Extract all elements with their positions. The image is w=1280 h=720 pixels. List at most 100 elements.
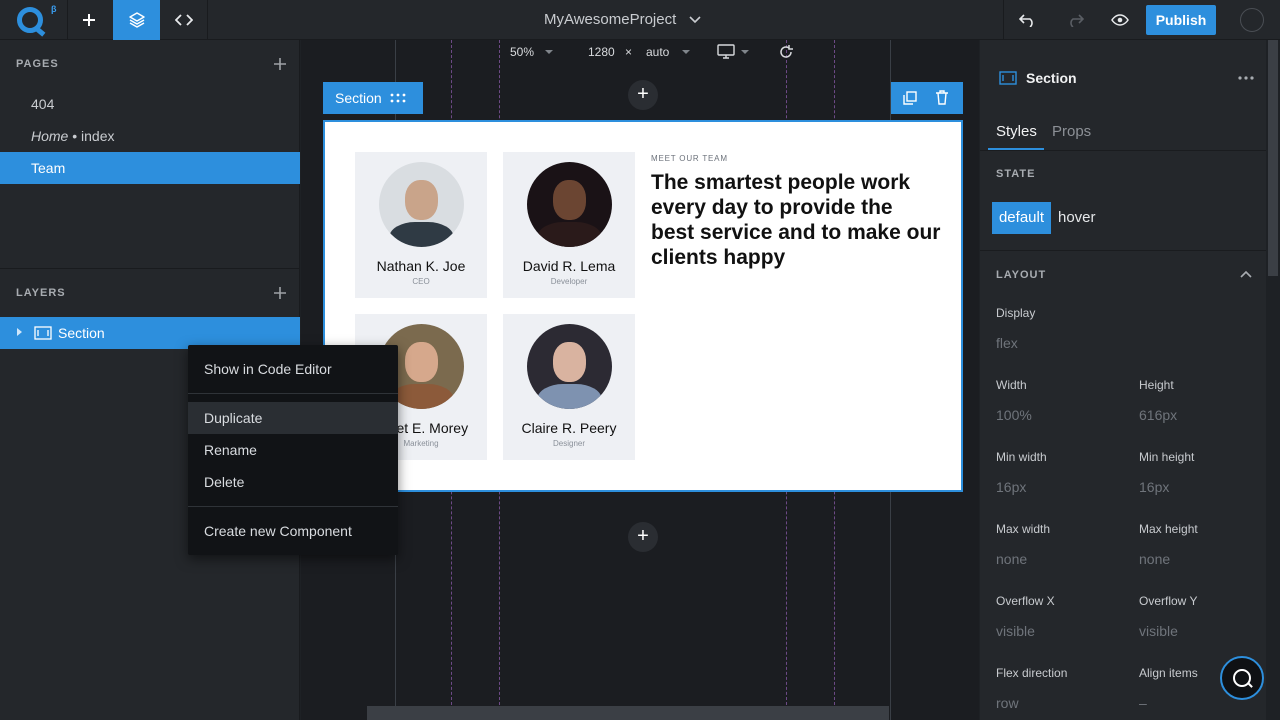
page-item-team[interactable]: Team <box>0 152 300 184</box>
duplicate-icon[interactable] <box>903 91 917 105</box>
inspector-title: Section <box>1026 70 1077 86</box>
height-field[interactable]: 616px <box>1139 407 1177 423</box>
flex-direction-field[interactable]: row <box>996 695 1019 711</box>
more-icon[interactable] <box>1238 76 1254 80</box>
min-height-label: Min height <box>1139 450 1195 464</box>
section-tag-label: Section <box>335 90 382 106</box>
panel-divider <box>980 150 1266 151</box>
preview-button[interactable] <box>1096 0 1143 40</box>
toolbar-divider <box>207 0 208 40</box>
zoom-caret-icon[interactable] <box>545 50 553 54</box>
team-card[interactable]: David R. Lema Developer <box>503 152 635 298</box>
width-field[interactable]: 100% <box>996 407 1032 423</box>
display-label: Display <box>996 306 1036 320</box>
height-label: Height <box>1139 378 1174 392</box>
layers-button[interactable] <box>113 0 160 40</box>
code-button[interactable] <box>160 0 207 40</box>
add-section-above-button[interactable]: + <box>628 80 658 110</box>
device-caret-icon[interactable] <box>741 50 749 54</box>
section-toolbar <box>891 82 963 114</box>
logo-mark <box>17 7 43 33</box>
canvas-scrollbar[interactable] <box>367 706 889 720</box>
code-icon <box>174 14 193 26</box>
beta-badge: β <box>51 4 57 14</box>
team-member-name: Claire R. Peery <box>521 420 617 436</box>
zoom-value[interactable]: 50% <box>510 45 534 59</box>
page-item-home[interactable]: Home • index <box>0 120 300 152</box>
desktop-icon[interactable] <box>717 44 735 59</box>
redo-icon <box>1069 14 1084 27</box>
add-layer-icon[interactable] <box>270 283 290 303</box>
eyebrow-text: MEET OUR TEAM <box>651 154 728 163</box>
menu-divider <box>188 506 398 507</box>
menu-item-show-in-code-editor[interactable]: Show in Code Editor <box>188 353 398 385</box>
avatar[interactable] <box>1240 8 1264 32</box>
redo-button[interactable] <box>1051 0 1098 40</box>
canvas[interactable]: 50% 1280 × auto Section + Nathan K. Joe … <box>301 40 979 720</box>
width-label: Width <box>996 378 1027 392</box>
add-section-below-button[interactable]: + <box>628 522 658 552</box>
min-width-label: Min width <box>996 450 1047 464</box>
avatar <box>527 162 612 247</box>
headline: The smartest people work every day to pr… <box>651 171 941 269</box>
chevron-down-icon[interactable] <box>688 13 702 27</box>
display-field[interactable]: flex <box>996 335 1018 351</box>
max-width-field[interactable]: none <box>996 551 1027 567</box>
max-height-field[interactable]: none <box>1139 551 1170 567</box>
eye-icon <box>1110 14 1129 26</box>
viewport-height[interactable]: auto <box>646 45 669 59</box>
max-height-label: Max height <box>1139 522 1198 536</box>
menu-item-rename[interactable]: Rename <box>188 434 398 466</box>
menu-item-create-component[interactable]: Create new Component <box>188 515 398 547</box>
rotate-icon[interactable] <box>778 44 794 60</box>
help-chat-button[interactable] <box>1220 656 1264 700</box>
overflow-y-field[interactable]: visible <box>1139 623 1178 639</box>
drag-handle-icon[interactable] <box>390 93 406 103</box>
page-item-404[interactable]: 404 <box>0 88 300 120</box>
team-card[interactable]: Claire R. Peery Designer <box>503 314 635 460</box>
min-height-field[interactable]: 16px <box>1139 479 1169 495</box>
overflow-x-field[interactable]: visible <box>996 623 1035 639</box>
layers-icon <box>128 12 145 28</box>
state-default-button[interactable]: default <box>992 202 1051 234</box>
section-icon <box>999 71 1017 85</box>
team-member-name: David R. Lema <box>522 258 616 274</box>
logo[interactable]: β <box>0 0 68 40</box>
overflow-y-label: Overflow Y <box>1139 594 1198 608</box>
scrollbar-thumb[interactable] <box>1268 40 1278 276</box>
inspector-panel: Section Styles Props STATE default hover… <box>980 40 1280 720</box>
page-slug: • index <box>68 128 115 144</box>
align-items-field[interactable]: – <box>1139 695 1147 711</box>
max-width-label: Max width <box>996 522 1051 536</box>
layers-heading: LAYERS <box>16 287 66 299</box>
trash-icon[interactable] <box>935 90 949 105</box>
top-bar: β MyAwesomeProject Publish <box>0 0 1280 40</box>
tab-styles[interactable]: Styles <box>996 123 1037 140</box>
menu-item-duplicate[interactable]: Duplicate <box>188 402 398 434</box>
state-hover-button[interactable]: hover <box>1058 202 1096 234</box>
expand-caret-icon[interactable] <box>17 328 22 336</box>
team-member-name: Nathan K. Joe <box>376 258 466 274</box>
panel-divider <box>980 250 1266 251</box>
add-button[interactable] <box>65 0 112 40</box>
undo-button[interactable] <box>1004 0 1051 40</box>
height-caret-icon[interactable] <box>682 50 690 54</box>
viewport-width[interactable]: 1280 <box>588 45 615 59</box>
state-heading: STATE <box>996 168 1036 180</box>
section-frame[interactable]: Nathan K. Joe CEO David R. Lema Develope… <box>323 120 963 492</box>
chevron-up-icon[interactable] <box>1239 268 1253 280</box>
min-width-field[interactable]: 16px <box>996 479 1026 495</box>
inspector-scrollbar[interactable] <box>1266 40 1280 720</box>
publish-button[interactable]: Publish <box>1146 5 1216 35</box>
add-page-icon[interactable] <box>270 54 290 74</box>
overflow-x-label: Overflow X <box>996 594 1055 608</box>
tab-props[interactable]: Props <box>1052 123 1091 140</box>
menu-item-delete[interactable]: Delete <box>188 466 398 498</box>
team-member-role: Designer <box>552 439 585 448</box>
project-name[interactable]: MyAwesomeProject <box>544 0 676 40</box>
team-card[interactable]: Nathan K. Joe CEO <box>355 152 487 298</box>
page-label: Home <box>31 128 69 144</box>
avatar <box>527 324 612 409</box>
section-tag[interactable]: Section <box>323 82 423 114</box>
page-label: Team <box>31 160 66 176</box>
